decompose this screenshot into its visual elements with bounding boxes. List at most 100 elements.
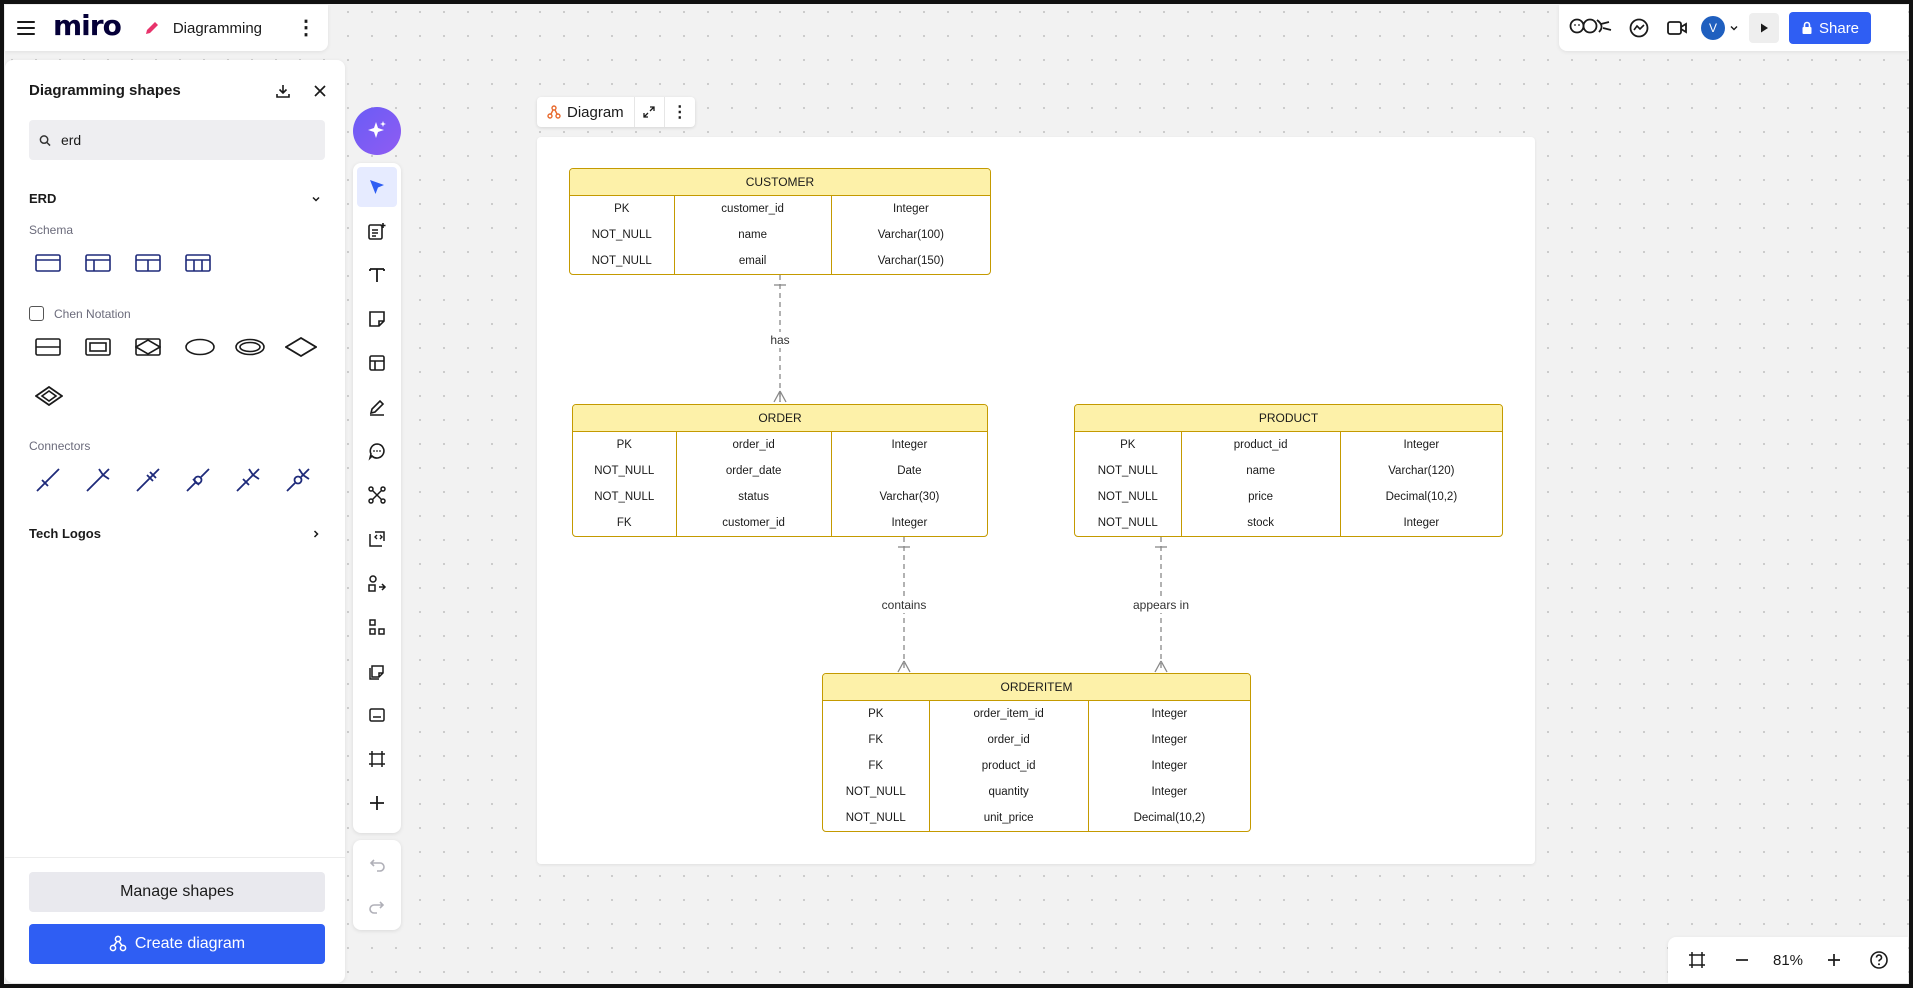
chen-notation-checkbox[interactable] <box>29 306 44 321</box>
table-row[interactable]: PK product_id Integer <box>1075 432 1502 458</box>
help-button[interactable] <box>1864 945 1894 975</box>
templates-tool[interactable] <box>357 211 397 251</box>
column-name-cell: order_id <box>677 432 832 458</box>
video-call-icon[interactable] <box>1663 14 1691 42</box>
column-name-cell: email <box>675 248 832 274</box>
chat-icon[interactable] <box>1625 14 1653 42</box>
mindmap-tool[interactable] <box>357 475 397 515</box>
table-row[interactable]: NOT_NULL order_date Date <box>573 458 987 484</box>
table-row[interactable]: NOT_NULL status Varchar(30) <box>573 484 987 510</box>
create-diagram-button[interactable]: Create diagram <box>29 924 325 964</box>
section-tech-logos[interactable]: Tech Logos <box>29 526 321 541</box>
search-input[interactable] <box>60 132 315 148</box>
schema-table-4-icon[interactable] <box>185 243 235 283</box>
datatype-cell: Varchar(30) <box>879 491 940 503</box>
undo-button[interactable] <box>357 846 397 884</box>
entity-product[interactable]: PRODUCT PK product_id Integer NOT_NULL name Va… <box>1074 404 1503 537</box>
entity-orderitem[interactable]: ORDERITEM PK order_item_id Integer FK order_i… <box>822 673 1251 832</box>
download-icon[interactable] <box>275 83 291 99</box>
relationship-label-appears-in[interactable]: appears in <box>1131 597 1191 613</box>
table-row[interactable]: NOT_NULL name Varchar(100) <box>570 222 990 248</box>
diagram-more-button[interactable]: ⋮ <box>665 97 695 127</box>
table-row[interactable]: NOT_NULL quantity Integer <box>823 779 1250 805</box>
chen-attribute-icon[interactable] <box>185 327 235 367</box>
select-tool[interactable] <box>357 167 397 207</box>
schema-table-3-icon[interactable] <box>135 243 185 283</box>
frame-tool[interactable] <box>357 343 397 383</box>
share-button[interactable]: Share <box>1789 12 1872 44</box>
text-tool[interactable] <box>357 255 397 295</box>
schema-table-2-icon[interactable] <box>85 243 135 283</box>
connector-zero-or-one-icon[interactable] <box>185 460 235 500</box>
board-name[interactable]: Diagramming <box>173 20 262 37</box>
fit-to-screen-button[interactable] <box>1682 945 1712 975</box>
present-button[interactable] <box>1749 13 1779 43</box>
diagram-frame-toolbar: Diagram ⋮ <box>537 97 695 127</box>
schema-label: Schema <box>29 223 74 237</box>
schema-table-1-icon[interactable] <box>35 243 85 283</box>
connector-one-and-only-one-icon[interactable] <box>135 460 185 500</box>
chen-associative-entity-icon[interactable] <box>135 327 185 367</box>
chen-relationship-icon[interactable] <box>285 327 335 367</box>
table-row[interactable]: FK customer_id Integer <box>573 510 987 536</box>
play-icon <box>1761 23 1768 33</box>
zoom-in-button[interactable] <box>1819 945 1849 975</box>
shapes-grid-icon <box>369 619 385 635</box>
connector-one-icon[interactable] <box>35 460 85 500</box>
column-name-cell: order_date <box>677 458 832 484</box>
constraint-cell: NOT_NULL <box>1075 458 1182 484</box>
board-more-icon[interactable]: ⋮ <box>296 18 316 38</box>
ai-assist-button[interactable] <box>353 107 401 155</box>
relationship-label-has[interactable]: has <box>769 332 791 348</box>
table-row[interactable]: FK product_id Integer <box>823 753 1250 779</box>
zoom-out-button[interactable] <box>1727 945 1757 975</box>
table-row[interactable]: NOT_NULL email Varchar(150) <box>570 248 990 274</box>
chen-weak-relationship-icon[interactable] <box>35 376 85 416</box>
chen-entity-icon[interactable] <box>35 327 85 367</box>
constraint-cell: NOT_NULL <box>823 779 930 805</box>
help-icon <box>1870 951 1889 969</box>
crop-frame-tool[interactable] <box>357 739 397 779</box>
table-row[interactable]: NOT_NULL name Varchar(120) <box>1075 458 1502 484</box>
table-row[interactable]: NOT_NULL unit_price Decimal(10,2) <box>823 805 1250 831</box>
shapes-tool[interactable] <box>357 607 397 647</box>
code-embed-tool[interactable] <box>357 519 397 559</box>
connector-zero-or-many-icon[interactable] <box>285 460 335 500</box>
expand-button[interactable] <box>635 97 665 127</box>
pen-icon <box>369 399 385 416</box>
connector-one-or-many-icon[interactable] <box>235 460 285 500</box>
relationship-label-contains[interactable]: contains <box>880 597 928 613</box>
main-menu-icon[interactable] <box>17 21 35 35</box>
diagramming-tool[interactable] <box>357 563 397 603</box>
column-name-cell: order_item_id <box>930 701 1089 727</box>
chen-multivalued-attribute-icon[interactable] <box>235 327 285 367</box>
board-header: miro Diagramming ⋮ <box>5 5 328 51</box>
reactions-icon[interactable] <box>1569 16 1615 40</box>
card-tool[interactable] <box>357 695 397 735</box>
table-row[interactable]: PK customer_id Integer <box>570 196 990 222</box>
sticky-note-tool[interactable] <box>357 299 397 339</box>
entity-title: PRODUCT <box>1075 405 1502 432</box>
table-row[interactable]: PK order_id Integer <box>573 432 987 458</box>
entity-customer[interactable]: CUSTOMER PK customer_id Integer NOT_NULL name… <box>569 168 991 275</box>
user-avatar-menu[interactable]: V <box>1701 16 1739 40</box>
redo-button[interactable] <box>357 888 397 926</box>
comment-tool[interactable] <box>357 431 397 471</box>
more-tools[interactable] <box>357 783 397 823</box>
chen-weak-entity-icon[interactable] <box>85 327 135 367</box>
section-erd[interactable]: ERD <box>29 191 321 206</box>
connector-many-icon[interactable] <box>85 460 135 500</box>
table-row[interactable]: FK order_id Integer <box>823 727 1250 753</box>
zoom-level[interactable]: 81% <box>1773 952 1803 969</box>
table-row[interactable]: NOT_NULL stock Integer <box>1075 510 1502 536</box>
lock-icon <box>1802 21 1812 34</box>
entity-order[interactable]: ORDER PK order_id Integer NOT_NULL order_date… <box>572 404 988 537</box>
table-row[interactable]: NOT_NULL price Decimal(10,2) <box>1075 484 1502 510</box>
pen-tool[interactable] <box>357 387 397 427</box>
stack-notes-tool[interactable] <box>357 651 397 691</box>
undo-icon <box>369 859 385 872</box>
table-row[interactable]: PK order_item_id Integer <box>823 701 1250 727</box>
close-icon[interactable] <box>313 84 327 98</box>
diagram-frame-title[interactable]: Diagram <box>537 97 635 127</box>
manage-shapes-button[interactable]: Manage shapes <box>29 872 325 912</box>
